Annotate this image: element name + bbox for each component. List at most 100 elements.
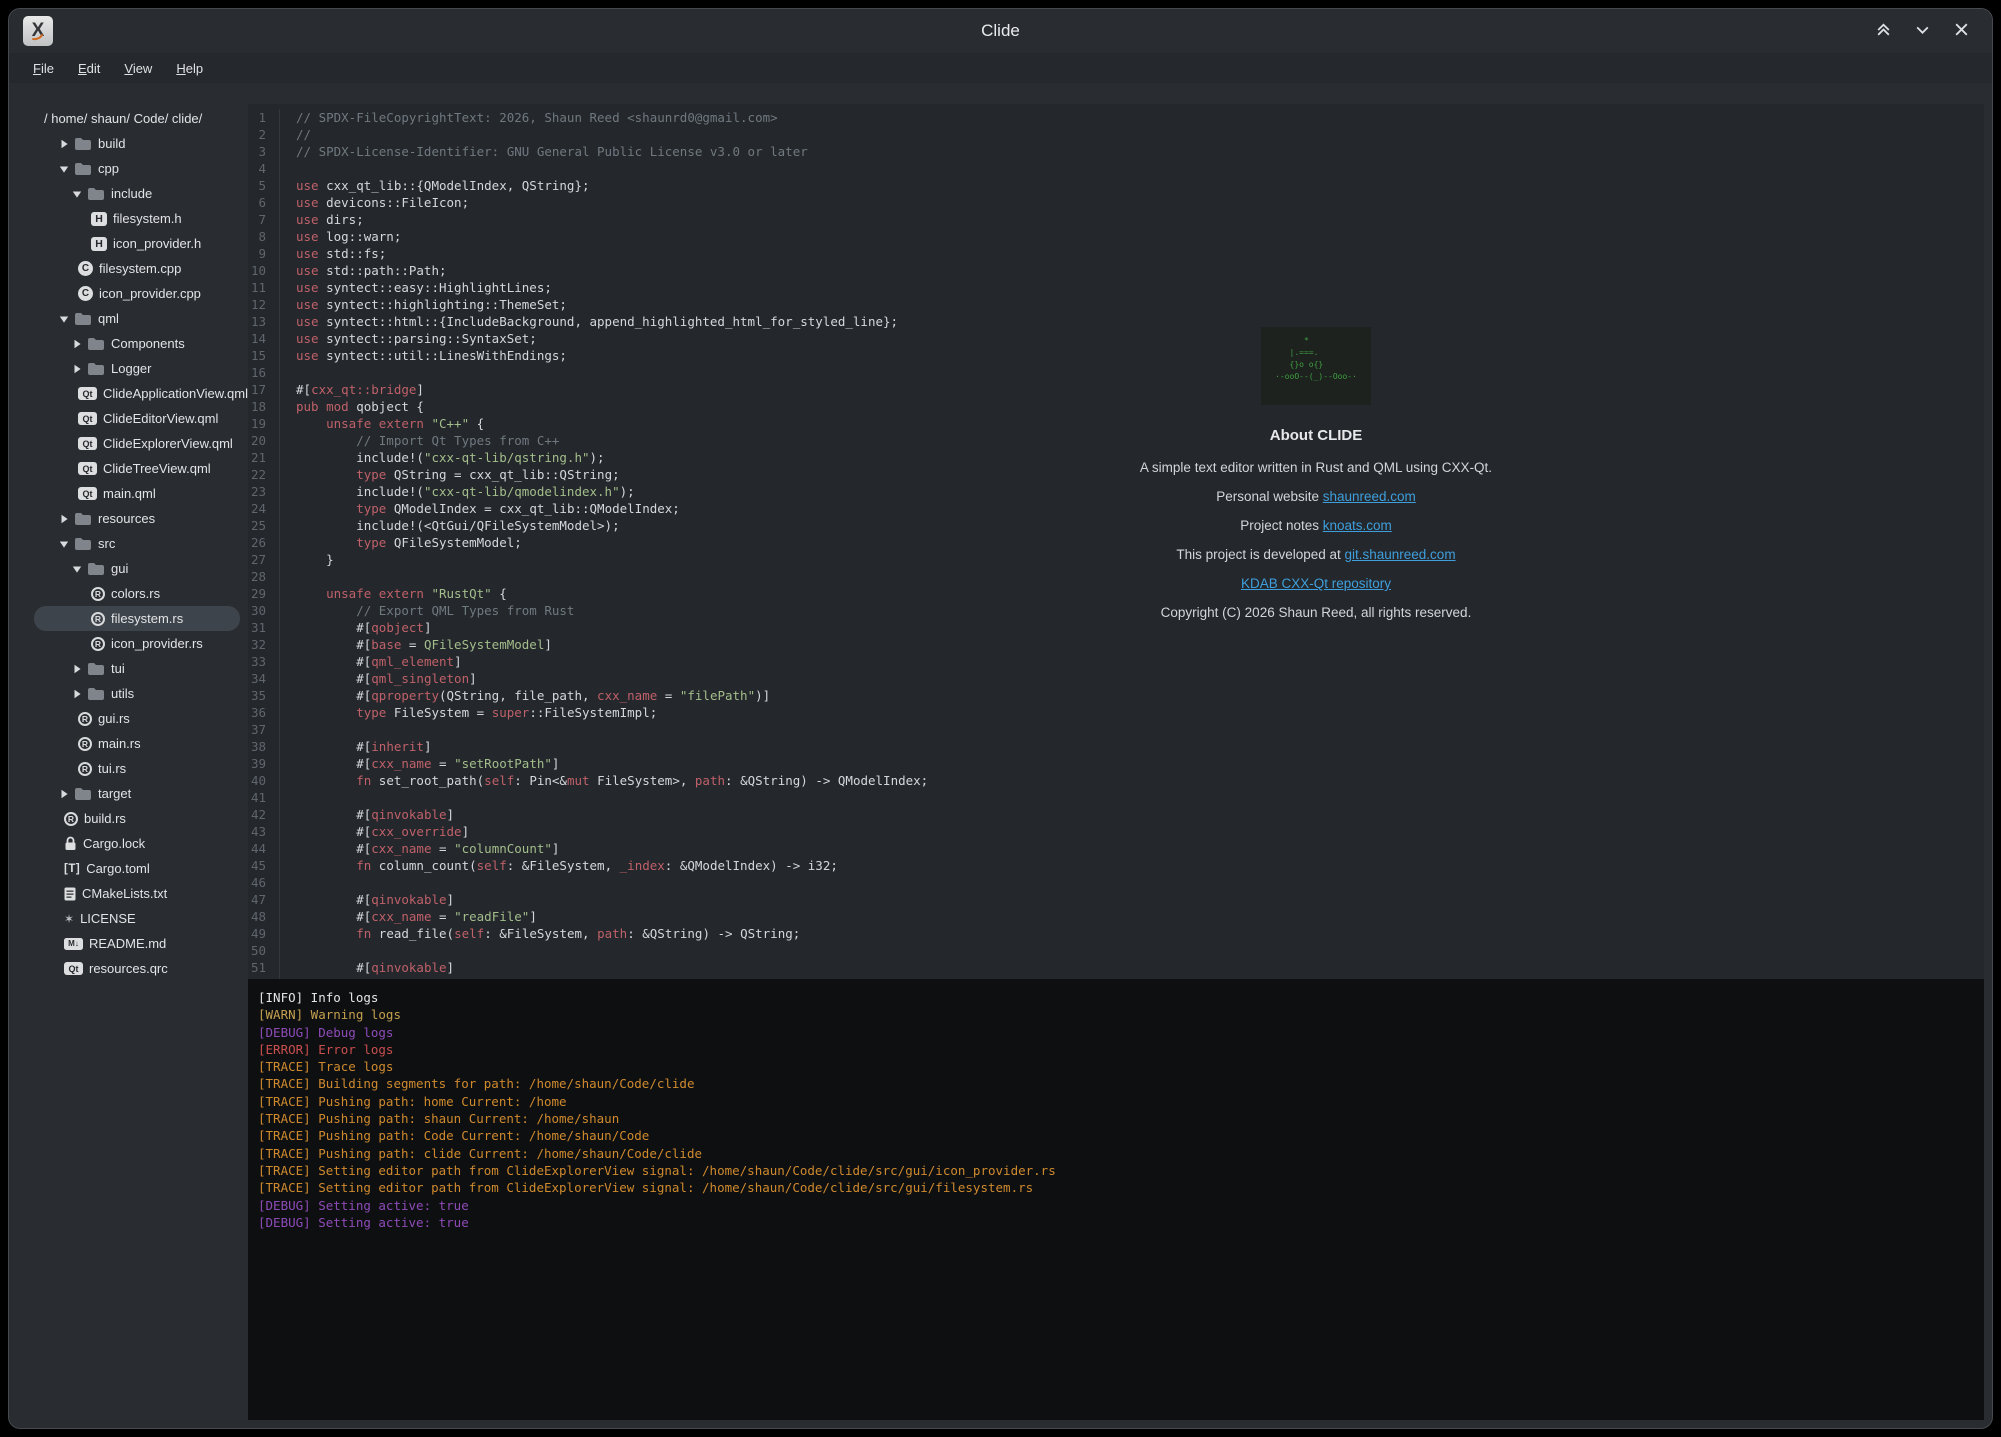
chevron-right-icon[interactable] xyxy=(71,339,83,349)
tree-item-clideapplicationview-qml[interactable]: QtClideApplicationView.qml xyxy=(34,381,240,406)
tree-item-icon-provider-h[interactable]: Hicon_provider.h xyxy=(34,231,240,256)
tree-item-clidetreeview-qml[interactable]: QtClideTreeView.qml xyxy=(34,456,240,481)
tree-item-label: filesystem.cpp xyxy=(99,261,181,276)
chevron-down-icon[interactable] xyxy=(71,189,83,199)
minimize-icon[interactable] xyxy=(1914,21,1931,38)
link-knoats-com[interactable]: knoats.com xyxy=(1323,518,1392,533)
tree-item-target[interactable]: target xyxy=(34,781,240,806)
tree-item-filesystem-h[interactable]: Hfilesystem.h xyxy=(34,206,240,231)
tree-item-build-rs[interactable]: Rbuild.rs xyxy=(34,806,240,831)
folder-icon xyxy=(87,337,105,351)
tree-item-cargo-toml[interactable]: [T]Cargo.toml xyxy=(34,856,240,881)
line-number: 46 xyxy=(248,874,266,891)
tree-item-gui-rs[interactable]: Rgui.rs xyxy=(34,706,240,731)
link-shaunreed-com[interactable]: shaunreed.com xyxy=(1323,489,1416,504)
code-line: 49 fn read_file(self: &FileSystem, path:… xyxy=(248,925,1984,942)
code-line: 50 xyxy=(248,942,1984,959)
tree-item-clideeditorview-qml[interactable]: QtClideEditorView.qml xyxy=(34,406,240,431)
rust-file-icon: R xyxy=(91,612,105,626)
line-number: 9 xyxy=(248,245,266,262)
title-bar[interactable]: X Clide xyxy=(9,9,1992,53)
chevron-right-icon[interactable] xyxy=(71,664,83,674)
tree-item-src[interactable]: src xyxy=(34,531,240,556)
code-line: 1// SPDX-FileCopyrightText: 2026, Shaun … xyxy=(248,109,1984,126)
tree-item-cpp[interactable]: cpp xyxy=(34,156,240,181)
log-line-trace: [TRACE] Pushing path: Code Current: /hom… xyxy=(258,1127,1984,1144)
tree-item-label: ClideExplorerView.qml xyxy=(103,436,233,451)
tree-item-label: target xyxy=(98,786,131,801)
tree-item-tui-rs[interactable]: Rtui.rs xyxy=(34,756,240,781)
chevron-right-icon[interactable] xyxy=(71,689,83,699)
code-line-text xyxy=(279,874,1984,891)
tree-item-include[interactable]: include xyxy=(34,181,240,206)
tree-item-readme-md[interactable]: M↓README.md xyxy=(34,931,240,956)
tree-item-clideexplorerview-qml[interactable]: Qt ClideExplorerView.qml xyxy=(34,431,240,456)
tree-item-main-qml[interactable]: Qt main.qml xyxy=(34,481,240,506)
tree-item-build[interactable]: build xyxy=(34,131,240,156)
tree-item-label: main.qml xyxy=(103,486,156,501)
tree-item-icon-provider-rs[interactable]: Ricon_provider.rs xyxy=(34,631,240,656)
tree-item-label: build.rs xyxy=(84,811,126,826)
qt-file-icon: Qt xyxy=(64,962,83,975)
tree-item-filesystem-cpp[interactable]: Cfilesystem.cpp xyxy=(34,256,240,281)
tree-item-utils[interactable]: utils xyxy=(34,681,240,706)
qt-file-icon: Qt xyxy=(78,487,97,500)
about-description: A simple text editor written in Rust and… xyxy=(1016,460,1616,476)
rust-file-icon: R xyxy=(91,637,105,651)
code-line-text: use cxx_qt_lib::{QModelIndex, QString}; xyxy=(279,177,1984,194)
tree-item-colors-rs[interactable]: Rcolors.rs xyxy=(34,581,240,606)
menu-edit[interactable]: Edit xyxy=(68,58,110,79)
chevron-down-icon[interactable] xyxy=(58,314,70,324)
app-window: X Clide FileEditViewHelp / home/ shaun/ … xyxy=(8,8,1993,1429)
rust-file-icon: R xyxy=(91,587,105,601)
tree-item-label: CMakeLists.txt xyxy=(82,886,167,901)
tree-item-label: include xyxy=(111,186,152,201)
tree-item-cargo-lock[interactable]: Cargo.lock xyxy=(34,831,240,856)
log-panel[interactable]: [INFO] Info logs[WARN] Warning logs[DEBU… xyxy=(248,979,1984,1420)
chevron-right-icon[interactable] xyxy=(58,514,70,524)
tree-item-main-rs[interactable]: Rmain.rs xyxy=(34,731,240,756)
log-line-trace: [TRACE] Setting editor path from ClideEx… xyxy=(258,1179,1984,1196)
qt-file-icon: Qt xyxy=(78,412,97,425)
chevron-down-icon[interactable] xyxy=(58,164,70,174)
text-file-icon xyxy=(64,887,76,901)
chevron-right-icon[interactable] xyxy=(71,364,83,374)
about-link-prefix: Project notes xyxy=(1240,518,1323,533)
link-git-shaunreed-com[interactable]: git.shaunreed.com xyxy=(1345,547,1456,562)
chevron-right-icon[interactable] xyxy=(58,139,70,149)
menu-help[interactable]: Help xyxy=(166,58,213,79)
tree-item-resources[interactable]: resources xyxy=(34,506,240,531)
code-line-text: #[inherit] xyxy=(279,738,1984,755)
tree-item-tui[interactable]: tui xyxy=(34,656,240,681)
code-line: 12use syntect::highlighting::ThemeSet; xyxy=(248,296,1984,313)
line-number: 14 xyxy=(248,330,266,347)
line-number: 48 xyxy=(248,908,266,925)
code-line: 45 fn column_count(self: &FileSystem, _i… xyxy=(248,857,1984,874)
tree-item-license[interactable]: ✶LICENSE xyxy=(34,906,240,931)
tree-item-resources-qrc[interactable]: Qtresources.qrc xyxy=(34,956,240,981)
tree-item-logger[interactable]: Logger xyxy=(34,356,240,381)
tree-item-cmakelists-txt[interactable]: CMakeLists.txt xyxy=(34,881,240,906)
chevron-down-icon[interactable] xyxy=(71,564,83,574)
chevron-down-icon[interactable] xyxy=(58,539,70,549)
code-line: 47 #[qinvokable] xyxy=(248,891,1984,908)
shade-icon[interactable] xyxy=(1875,21,1892,38)
tree-item-qml[interactable]: qml xyxy=(34,306,240,331)
line-number: 17 xyxy=(248,381,266,398)
link-kdab-cxx-qt-repository[interactable]: KDAB CXX-Qt repository xyxy=(1241,576,1391,591)
tree-item-icon-provider-cpp[interactable]: Cicon_provider.cpp xyxy=(34,281,240,306)
code-line: 51 #[qinvokable] xyxy=(248,959,1984,976)
qt-file-icon: Qt xyxy=(78,437,97,450)
line-number: 18 xyxy=(248,398,266,415)
chevron-right-icon[interactable] xyxy=(58,789,70,799)
code-line: 41 xyxy=(248,789,1984,806)
close-icon[interactable] xyxy=(1953,21,1970,38)
tree-item-filesystem-rs[interactable]: Rfilesystem.rs xyxy=(34,606,240,631)
menu-file[interactable]: File xyxy=(23,58,64,79)
rust-file-icon: R xyxy=(78,737,92,751)
tree-item-components[interactable]: Components xyxy=(34,331,240,356)
tree-item-gui[interactable]: gui xyxy=(34,556,240,581)
menu-view[interactable]: View xyxy=(114,58,162,79)
tree-item-label: LICENSE xyxy=(80,911,136,926)
rust-file-icon: R xyxy=(78,762,92,776)
